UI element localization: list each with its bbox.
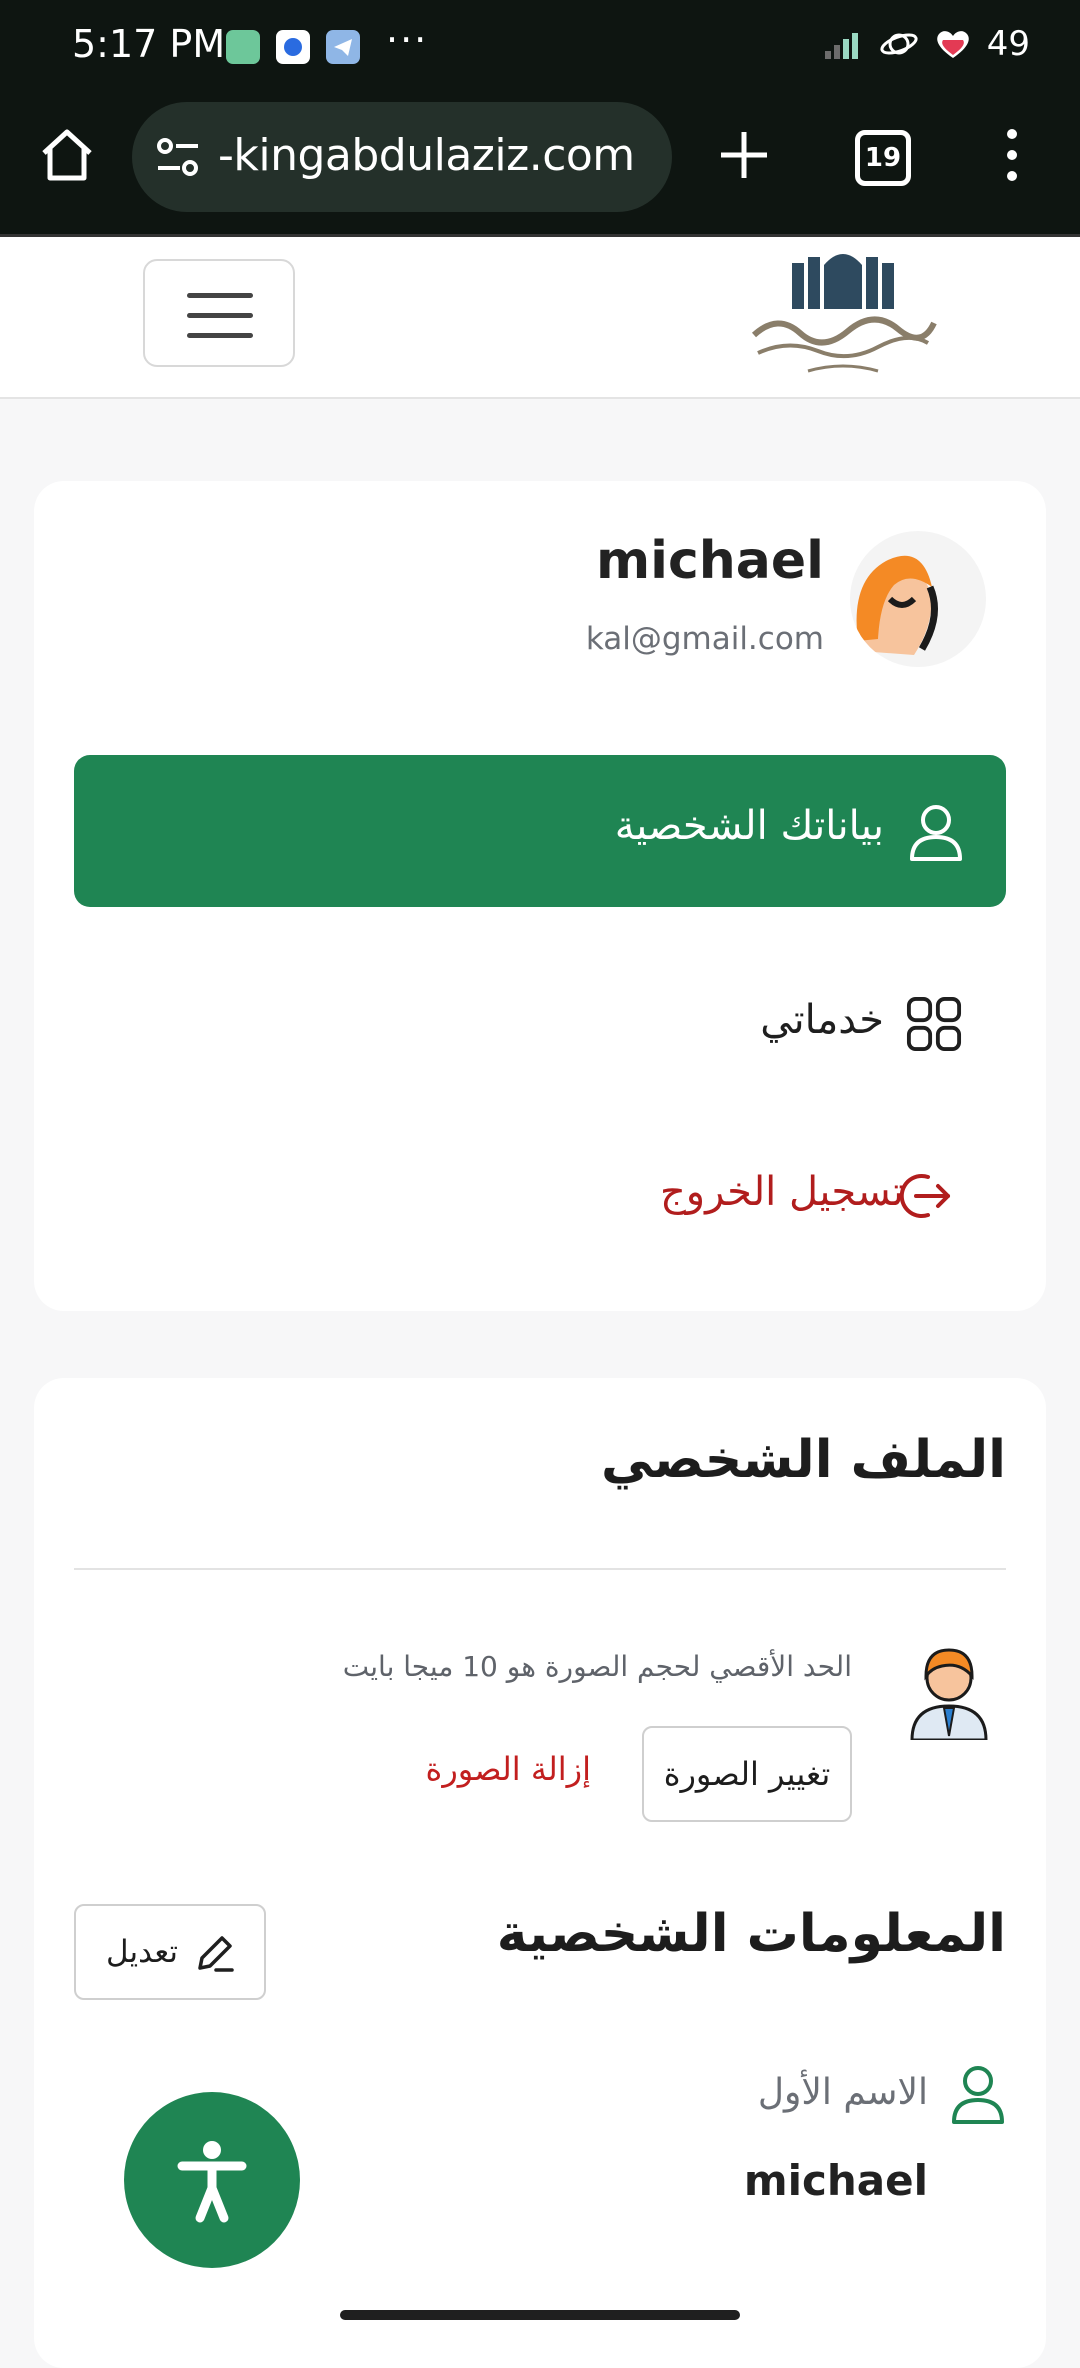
pencil-icon — [198, 1936, 234, 1972]
wifi-planet-icon — [880, 33, 918, 55]
profile-photo — [910, 1648, 988, 1740]
accessibility-icon — [177, 2141, 247, 2223]
site-logo[interactable] — [748, 243, 938, 393]
nav-item-services[interactable]: خدماتي — [74, 971, 1006, 1081]
avatar[interactable] — [850, 531, 986, 667]
messenger-notification-icon — [276, 30, 310, 64]
gesture-navigation-bar[interactable] — [340, 2310, 740, 2320]
url-text[interactable]: -kingabdulaziz.com — [218, 130, 635, 181]
first-name-label: الاسم الأول — [757, 2072, 928, 2113]
photo-size-note: الحد الأقصي لحجم الصورة هو 10 ميجا بايت — [342, 1650, 852, 1683]
first-name-value: michael — [743, 2156, 928, 2205]
site-header — [0, 237, 1080, 399]
user-icon — [910, 805, 962, 861]
nav-item-label: خدماتي — [760, 997, 884, 1043]
profile-section-title: الملف الشخصي — [600, 1430, 1006, 1490]
status-right: 49 — [824, 24, 1030, 64]
more-notifications-icon: ··· — [386, 18, 429, 62]
telegram-notification-icon — [326, 30, 360, 64]
tune-icon[interactable] — [154, 136, 202, 180]
battery-heart-icon — [936, 31, 969, 58]
home-icon[interactable] — [38, 126, 96, 184]
nav-item-label: بياناتك الشخصية — [614, 803, 884, 849]
personal-info-title: المعلومات الشخصية — [496, 1904, 1006, 1964]
profile-summary-card: michael kal@gmail.com بياناتك الشخصية خد… — [34, 481, 1046, 1311]
edit-button-label: تعديل — [106, 1934, 178, 1970]
battery-level: 49 — [986, 24, 1030, 64]
tab-switcher-icon[interactable]: 19 — [855, 130, 911, 186]
nav-item-label: تسجيل الخروج — [659, 1169, 904, 1215]
user-email: kal@gmail.com — [585, 621, 824, 657]
accessibility-button[interactable] — [124, 2092, 300, 2268]
logout-button[interactable]: تسجيل الخروج — [74, 1141, 1006, 1241]
user-icon — [952, 2066, 1004, 2124]
status-bar: 5:17 PM ··· 49 — [0, 0, 1080, 96]
change-photo-button[interactable]: تغيير الصورة — [642, 1726, 852, 1822]
divider — [74, 1568, 1006, 1570]
grid-icon — [906, 996, 962, 1052]
edit-button[interactable]: تعديل — [74, 1904, 266, 2000]
logout-icon — [899, 1174, 950, 1218]
signal-icon — [824, 29, 865, 59]
user-name: michael — [595, 531, 824, 591]
kebab-menu-icon[interactable] — [1002, 126, 1022, 184]
hamburger-menu-button[interactable] — [143, 259, 295, 367]
browser-toolbar: -kingabdulaziz.com 19 — [0, 96, 1080, 237]
whatsapp-notification-icon — [226, 30, 260, 64]
address-bar[interactable]: -kingabdulaziz.com — [132, 102, 672, 212]
remove-photo-button[interactable]: إزالة الصورة — [426, 1750, 591, 1788]
plus-icon[interactable] — [715, 126, 773, 184]
nav-item-personal-data[interactable]: بياناتك الشخصية — [74, 755, 1006, 907]
status-time: 5:17 PM — [72, 22, 226, 66]
